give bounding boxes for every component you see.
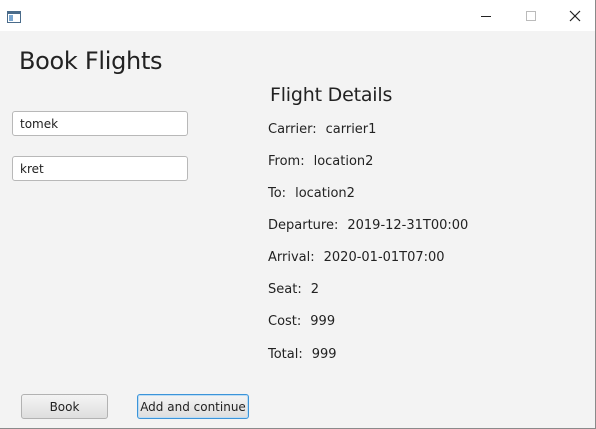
detail-label: To: [268, 186, 287, 201]
detail-row-arrival: Arrival: 2020-01-01T07:00 [268, 250, 445, 265]
detail-row-departure: Departure: 2019-12-31T00:00 [268, 218, 468, 233]
detail-value: 999 [310, 314, 336, 329]
detail-value: 2019-12-31T00:00 [347, 218, 469, 233]
close-button[interactable] [552, 0, 596, 31]
add-and-continue-button[interactable]: Add and continue [137, 394, 249, 419]
detail-value: carrier1 [325, 122, 377, 137]
close-icon [569, 10, 581, 21]
minimize-icon [481, 15, 491, 17]
detail-row-total: Total: 999 [268, 347, 337, 362]
detail-row-from: From: location2 [268, 154, 373, 169]
detail-label: Cost: [268, 314, 302, 329]
detail-row-cost: Cost: 999 [268, 314, 335, 329]
detail-value: 2 [310, 282, 319, 297]
title-bar [0, 0, 595, 31]
maximize-icon [526, 10, 536, 21]
detail-label: Departure: [268, 218, 339, 233]
detail-value: location2 [295, 186, 355, 201]
minimize-button[interactable] [463, 0, 509, 31]
detail-value: location2 [313, 154, 374, 169]
book-button[interactable]: Book [21, 394, 108, 419]
detail-row-carrier: Carrier: carrier1 [268, 122, 376, 137]
detail-label: Total: [268, 347, 303, 362]
detail-value: 2020-01-01T07:00 [323, 250, 445, 265]
first-name-field[interactable] [12, 111, 188, 136]
page-title: Book Flights [19, 47, 163, 75]
detail-row-seat: Seat: 2 [268, 282, 319, 297]
detail-row-to: To: location2 [268, 186, 355, 201]
flight-details-title: Flight Details [270, 84, 393, 106]
app-window: Book Flights Flight Details Carrier: carr… [0, 0, 596, 429]
maximize-button[interactable] [508, 0, 554, 31]
detail-label: Arrival: [268, 250, 315, 265]
detail-label: Seat: [268, 282, 302, 297]
detail-label: From: [268, 154, 305, 169]
last-name-field[interactable] [12, 156, 188, 181]
java-app-icon [7, 8, 21, 23]
detail-label: Carrier: [268, 122, 317, 137]
detail-value: 999 [311, 347, 337, 362]
